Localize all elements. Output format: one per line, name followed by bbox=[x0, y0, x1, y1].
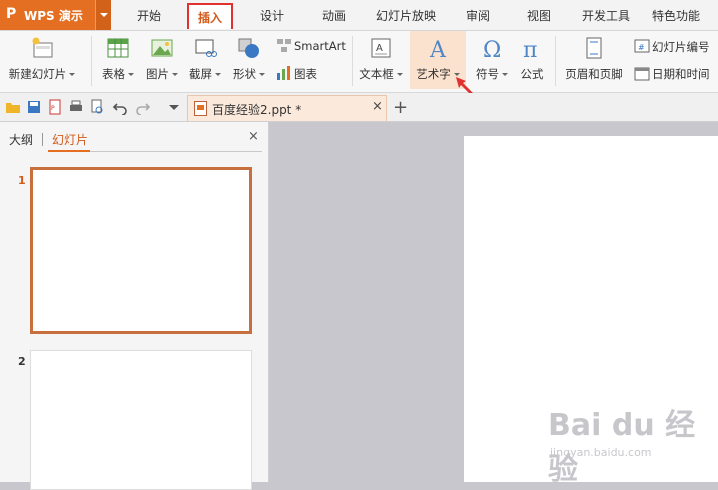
tab-outline[interactable]: 大纲 bbox=[9, 131, 33, 148]
date-time-button[interactable]: 日期和时间 bbox=[634, 64, 714, 82]
textbox-label: 文本框 bbox=[359, 67, 394, 81]
active-tab-indicator bbox=[48, 150, 90, 152]
shapes-icon bbox=[238, 38, 259, 58]
app-menu-button[interactable]: P WPS 演示 bbox=[0, 0, 111, 30]
picture-label: 图片 bbox=[146, 67, 169, 81]
tab-slideshow[interactable]: 幻灯片放映 bbox=[370, 0, 442, 30]
chart-label: 图表 bbox=[294, 67, 317, 81]
ribbon: 新建幻灯片 表格 图片 截屏 形状 SmartArt 图表 A 文本框 A 艺术… bbox=[0, 31, 718, 96]
print-preview-icon[interactable] bbox=[89, 99, 105, 115]
chart-button[interactable]: 图表 bbox=[276, 64, 326, 82]
tab-divider bbox=[42, 133, 43, 146]
wps-logo-icon: P bbox=[6, 6, 17, 22]
tab-special-features[interactable]: 特色功能 bbox=[646, 0, 706, 30]
svg-text:Ω: Ω bbox=[483, 38, 501, 60]
document-tab[interactable]: 百度经验2.ppt * × bbox=[187, 95, 387, 121]
table-button[interactable]: 表格 bbox=[96, 31, 140, 89]
header-footer-label: 页眉和页脚 bbox=[565, 67, 623, 81]
symbol-button[interactable]: Ω 符号 bbox=[472, 31, 512, 89]
tab-view[interactable]: 视图 bbox=[517, 0, 561, 30]
svg-text:P: P bbox=[51, 105, 55, 112]
ribbon-separator bbox=[555, 36, 556, 86]
picture-button[interactable]: 图片 bbox=[142, 31, 182, 89]
tab-insert[interactable]: 插入 bbox=[187, 3, 233, 29]
slide-number-icon: # bbox=[634, 39, 650, 53]
ribbon-separator bbox=[91, 36, 92, 86]
baidu-jingyan-watermark: Bai du 经验 jingyan.baidu.com bbox=[548, 400, 708, 487]
print-icon[interactable] bbox=[68, 99, 84, 115]
close-document-tab-icon[interactable]: × bbox=[372, 99, 383, 114]
svg-text:A: A bbox=[376, 43, 383, 54]
textbox-button[interactable]: A 文本框 bbox=[356, 31, 406, 89]
save-icon[interactable] bbox=[26, 99, 42, 115]
slide-thumbnail-2[interactable] bbox=[30, 350, 252, 490]
table-label: 表格 bbox=[102, 67, 125, 81]
smartart-button[interactable]: SmartArt bbox=[276, 37, 348, 55]
ppt-file-icon bbox=[194, 101, 207, 116]
tab-developer[interactable]: 开发工具 bbox=[576, 0, 636, 30]
svg-text:A: A bbox=[429, 38, 447, 60]
customize-toolbar-icon[interactable] bbox=[166, 99, 182, 115]
equation-label: 公式 bbox=[520, 67, 544, 81]
watermark-url: jingyan.baidu.com bbox=[550, 446, 652, 459]
tab-home[interactable]: 开始 bbox=[127, 0, 171, 30]
watermark-brand: Bai du 经验 bbox=[548, 408, 696, 487]
tab-review[interactable]: 审阅 bbox=[456, 0, 500, 30]
chart-icon bbox=[277, 66, 290, 80]
ribbon-separator bbox=[352, 36, 353, 86]
menu-bar: P WPS 演示 开始 插入 设计 动画 幻灯片放映 审阅 视图 开发工具 特色… bbox=[0, 0, 718, 31]
wordart-label: 艺术字 bbox=[416, 67, 451, 81]
export-pdf-icon[interactable]: P bbox=[47, 99, 63, 115]
smartart-icon bbox=[277, 39, 291, 52]
slide-number-button[interactable]: # 幻灯片编号 bbox=[634, 37, 714, 55]
wordart-icon: A bbox=[429, 38, 447, 60]
table-icon bbox=[107, 38, 129, 58]
picture-icon bbox=[151, 39, 173, 57]
document-name: 百度经验2.ppt * bbox=[212, 103, 302, 117]
symbol-label: 符号 bbox=[476, 67, 499, 81]
header-footer-button[interactable]: 页眉和页脚 bbox=[560, 31, 628, 89]
slides-panel: 大纲 幻灯片 × 1 2 bbox=[0, 122, 269, 490]
tab-slides[interactable]: 幻灯片 bbox=[52, 131, 88, 148]
slide-thumbnail-1[interactable] bbox=[30, 167, 252, 334]
new-slide-label: 新建幻灯片 bbox=[8, 67, 67, 81]
screenshot-button[interactable]: 截屏 bbox=[184, 31, 226, 89]
pi-icon: π bbox=[523, 38, 537, 60]
screenshot-icon bbox=[195, 39, 217, 57]
redo-icon[interactable] bbox=[135, 99, 151, 115]
equation-button[interactable]: π 公式 bbox=[514, 31, 550, 89]
svg-text:#: # bbox=[638, 43, 645, 52]
slide-number-2: 2 bbox=[18, 355, 26, 368]
screenshot-label: 截屏 bbox=[189, 67, 212, 81]
open-folder-icon[interactable] bbox=[5, 99, 21, 115]
calendar-icon bbox=[634, 67, 650, 81]
slide-number-label: 幻灯片编号 bbox=[652, 40, 710, 54]
tab-design[interactable]: 设计 bbox=[250, 0, 294, 30]
undo-icon[interactable] bbox=[112, 99, 128, 115]
textbox-icon: A bbox=[371, 38, 391, 58]
header-footer-icon bbox=[586, 37, 602, 59]
app-name: WPS 演示 bbox=[24, 9, 83, 23]
omega-icon: Ω bbox=[483, 38, 501, 60]
close-panel-icon[interactable]: × bbox=[248, 129, 259, 144]
tab-animation[interactable]: 动画 bbox=[312, 0, 356, 30]
date-time-label: 日期和时间 bbox=[652, 67, 710, 81]
shapes-label: 形状 bbox=[233, 67, 256, 81]
new-slide-button[interactable]: 新建幻灯片 bbox=[4, 31, 80, 89]
panel-tabs: 大纲 幻灯片 × bbox=[0, 122, 268, 154]
app-menu-dropdown-icon[interactable] bbox=[95, 0, 111, 30]
smartart-label: SmartArt bbox=[294, 39, 346, 53]
slide-number-1: 1 bbox=[18, 174, 26, 187]
new-tab-button[interactable]: + bbox=[393, 97, 408, 118]
shapes-button[interactable]: 形状 bbox=[228, 31, 270, 89]
svg-text:π: π bbox=[523, 38, 537, 60]
new-slide-icon bbox=[32, 37, 53, 58]
